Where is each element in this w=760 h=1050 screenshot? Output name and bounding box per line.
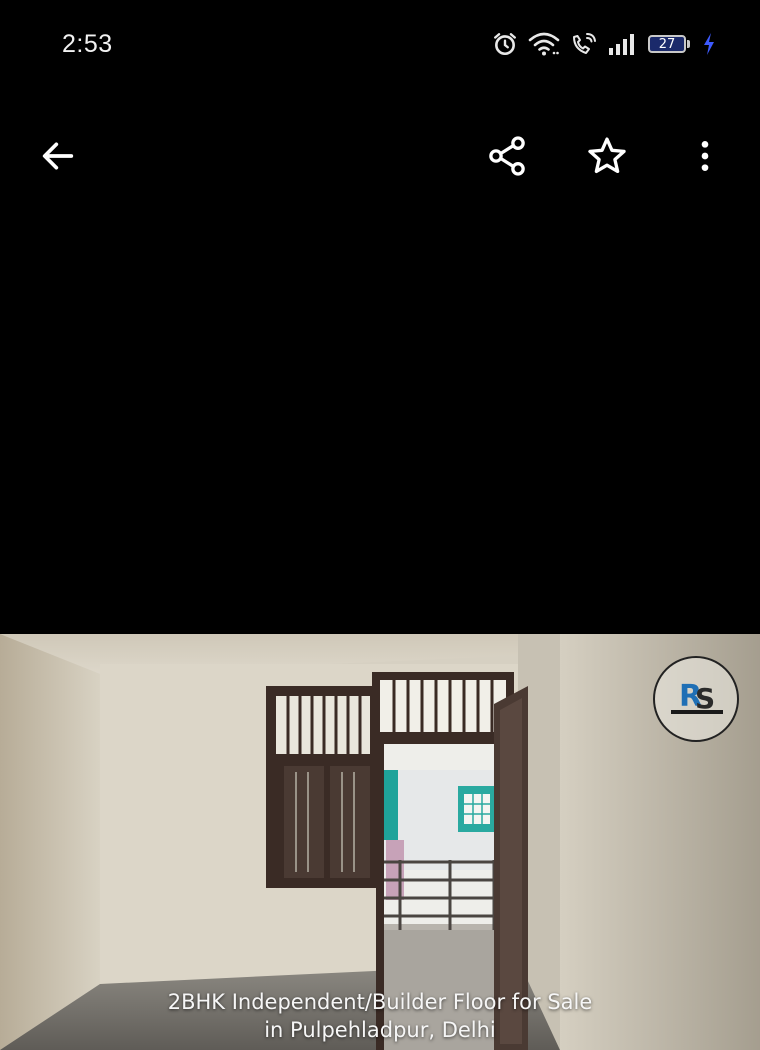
app-toolbar bbox=[0, 120, 760, 192]
more-options-button[interactable] bbox=[679, 130, 731, 182]
favorite-button[interactable] bbox=[581, 130, 633, 182]
status-bar: 2:53 27 bbox=[0, 0, 760, 90]
caption-line-1: 2BHK Independent/Builder Floor for Sale bbox=[167, 990, 593, 1014]
watermark-logo: R S bbox=[653, 656, 739, 742]
share-icon bbox=[489, 136, 525, 176]
wifi-calling-icon bbox=[573, 33, 596, 54]
battery-tip bbox=[687, 40, 690, 48]
alarm-icon bbox=[494, 33, 516, 56]
share-button[interactable] bbox=[481, 130, 533, 182]
back-arrow-icon bbox=[42, 142, 74, 170]
rs-builders-logo-icon: R S bbox=[671, 679, 723, 715]
caption-line-2: in Pulpehladpur, Delhi bbox=[264, 1018, 496, 1042]
battery-level: 27 bbox=[648, 35, 686, 53]
wifi-icon bbox=[528, 32, 560, 56]
battery-icon: 27 bbox=[648, 34, 692, 54]
charging-bolt-icon bbox=[704, 33, 714, 55]
back-button[interactable] bbox=[32, 130, 84, 182]
video-caption: 2BHK Independent/Builder Floor for Sale … bbox=[0, 988, 760, 1044]
status-icons: 27 bbox=[492, 28, 716, 60]
more-vert-icon bbox=[701, 141, 709, 171]
star-outline-icon bbox=[588, 137, 626, 174]
status-time: 2:53 bbox=[62, 30, 113, 58]
screen: 2:53 27 R S 2BHK Independent/Builder Flo… bbox=[0, 0, 760, 1050]
signal-icon bbox=[609, 34, 634, 55]
